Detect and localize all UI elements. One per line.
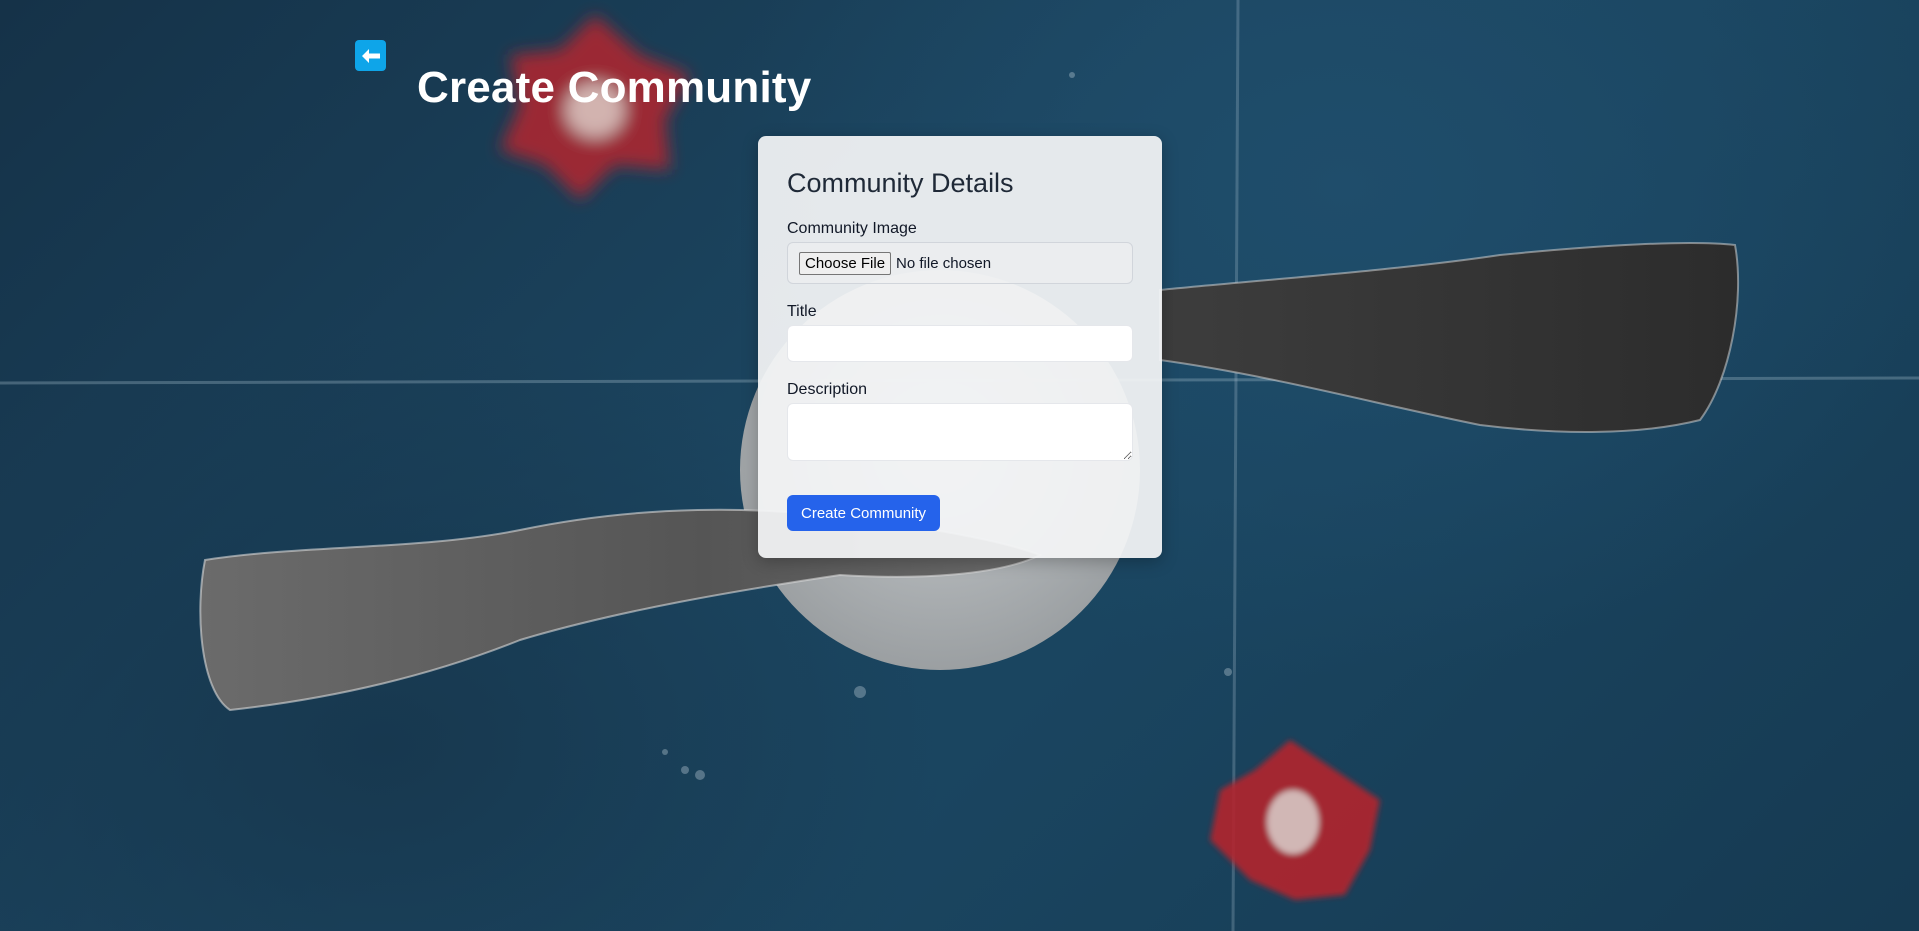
create-community-button[interactable]: Create Community (787, 495, 941, 531)
title-input[interactable] (787, 325, 1133, 362)
arrow-left-icon (361, 48, 380, 63)
back-button[interactable] (355, 40, 386, 71)
community-image-label: Community Image (787, 220, 917, 237)
page-title: Create Community (417, 63, 812, 112)
card-title: Community Details (787, 168, 1014, 198)
title-label: Title (787, 303, 817, 320)
description-label: Description (787, 381, 868, 398)
file-status: No file chosen (896, 254, 992, 272)
community-details-card: Community Details Community Image Choose… (758, 136, 1162, 558)
choose-file-button[interactable]: Choose File (799, 251, 892, 275)
community-image-file-input[interactable]: Choose File No file chosen (787, 242, 1133, 284)
page-background: Create Community Community Details Commu… (0, 0, 1919, 931)
description-textarea[interactable] (787, 403, 1133, 461)
